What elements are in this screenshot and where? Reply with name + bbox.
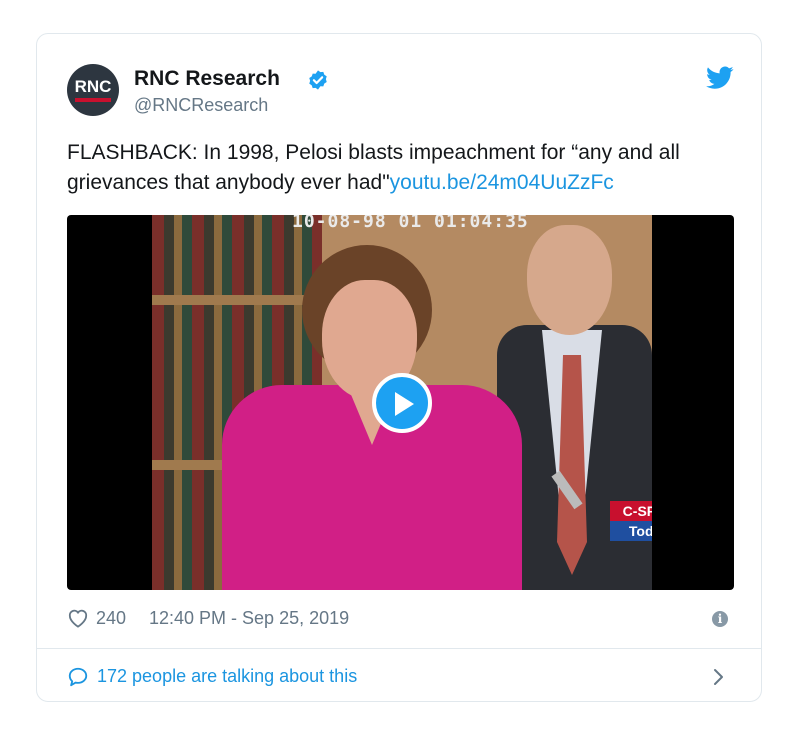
woman-figure	[222, 245, 522, 590]
cspan-badge: C-SPAN Today	[610, 501, 652, 541]
tweet-datetime[interactable]: 12:40 PM - Sep 25, 2019	[149, 608, 349, 629]
tweet-card: RNC RNC Research @RNCResearch FLASHBACK:…	[36, 33, 762, 702]
verified-icon	[309, 70, 327, 90]
divider	[37, 648, 761, 649]
avatar-stripe	[75, 98, 111, 102]
avatar[interactable]: RNC	[67, 64, 119, 116]
info-icon[interactable]: i	[712, 611, 728, 627]
heart-icon[interactable]	[67, 608, 89, 628]
speech-bubble-icon	[68, 667, 88, 687]
twitter-bird-icon[interactable]	[706, 66, 734, 90]
video-timestamp-overlay: 10-08-98 01 01:04:35	[292, 215, 529, 232]
talking-about-link[interactable]: 172 people are talking about this	[97, 666, 357, 687]
tweet-text: FLASHBACK: In 1998, Pelosi blasts impeac…	[67, 138, 737, 198]
video-player[interactable]: 10-08-98 01 01:04:35 C-SPAN Today	[67, 215, 734, 590]
tweet-link[interactable]: youtu.be/24m04UuZzFc	[390, 171, 614, 194]
play-button[interactable]	[372, 373, 432, 433]
avatar-text: RNC	[74, 77, 112, 96]
chevron-right-icon[interactable]	[711, 668, 725, 686]
account-name[interactable]: RNC Research	[134, 67, 280, 91]
cspan-badge-top: C-SPAN	[610, 501, 652, 521]
cspan-badge-bottom: Today	[610, 521, 652, 541]
account-handle[interactable]: @RNCResearch	[134, 95, 268, 116]
like-count[interactable]: 240	[96, 608, 126, 629]
play-icon	[395, 392, 414, 416]
